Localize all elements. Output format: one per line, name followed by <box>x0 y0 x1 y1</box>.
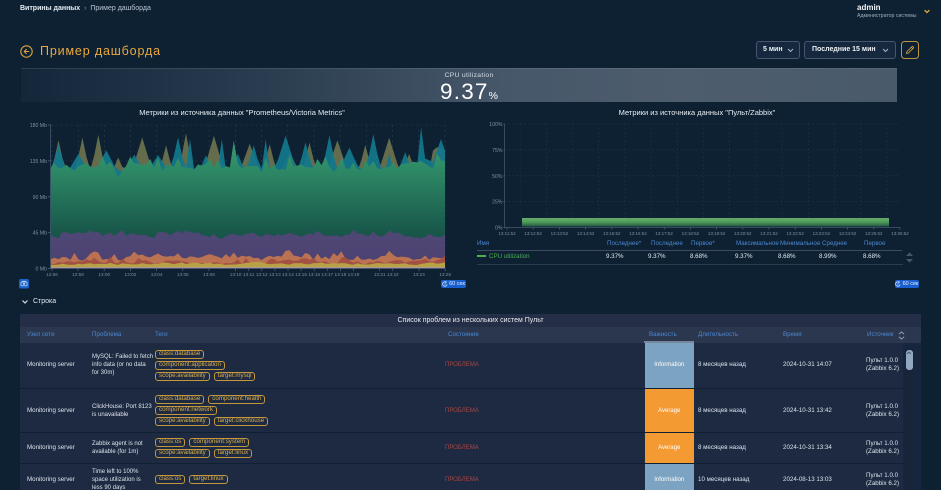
svg-text:13:00: 13:00 <box>98 272 110 277</box>
svg-text:13:12: 13:12 <box>256 272 268 277</box>
svg-text:13:19: 13:19 <box>348 272 360 277</box>
svg-text:13:13:52: 13:13:52 <box>551 231 569 236</box>
svg-text:100%: 100% <box>489 122 503 128</box>
svg-text:13:14:52: 13:14:52 <box>577 231 595 236</box>
svg-text:13:17: 13:17 <box>321 272 333 277</box>
svg-text:13:11:52: 13:11:52 <box>498 231 516 236</box>
svg-text:13:08: 13:08 <box>203 272 215 277</box>
svg-text:50%: 50% <box>492 174 503 180</box>
svg-text:45 Mb: 45 Mb <box>33 231 48 237</box>
svg-text:13:22: 13:22 <box>387 272 399 277</box>
svg-text:13:02: 13:02 <box>125 272 137 277</box>
svg-text:13:12:52: 13:12:52 <box>524 231 542 236</box>
svg-text:180 Mb: 180 Mb <box>30 123 47 129</box>
svg-text:135 Mb: 135 Mb <box>30 159 47 165</box>
svg-text:13:14: 13:14 <box>282 272 294 277</box>
svg-text:12:58: 12:58 <box>72 272 84 277</box>
svg-text:90 Mb: 90 Mb <box>33 195 48 201</box>
svg-text:13:13: 13:13 <box>269 272 281 277</box>
svg-text:13:18: 13:18 <box>335 272 347 277</box>
svg-text:12:56: 12:56 <box>46 272 58 277</box>
svg-text:13:06: 13:06 <box>177 272 189 277</box>
svg-text:13:26: 13:26 <box>439 272 451 277</box>
svg-text:25%: 25% <box>492 200 503 206</box>
svg-text:13:15: 13:15 <box>295 272 307 277</box>
svg-text:75%: 75% <box>492 148 503 154</box>
svg-text:13:11: 13:11 <box>243 272 255 277</box>
svg-text:13:10: 13:10 <box>230 272 242 277</box>
svg-text:13:16: 13:16 <box>308 272 320 277</box>
svg-text:13:24: 13:24 <box>413 272 425 277</box>
svg-text:13:04: 13:04 <box>151 272 163 277</box>
svg-text:13:21: 13:21 <box>374 272 386 277</box>
svg-text:13:26:52: 13:26:52 <box>891 231 909 236</box>
